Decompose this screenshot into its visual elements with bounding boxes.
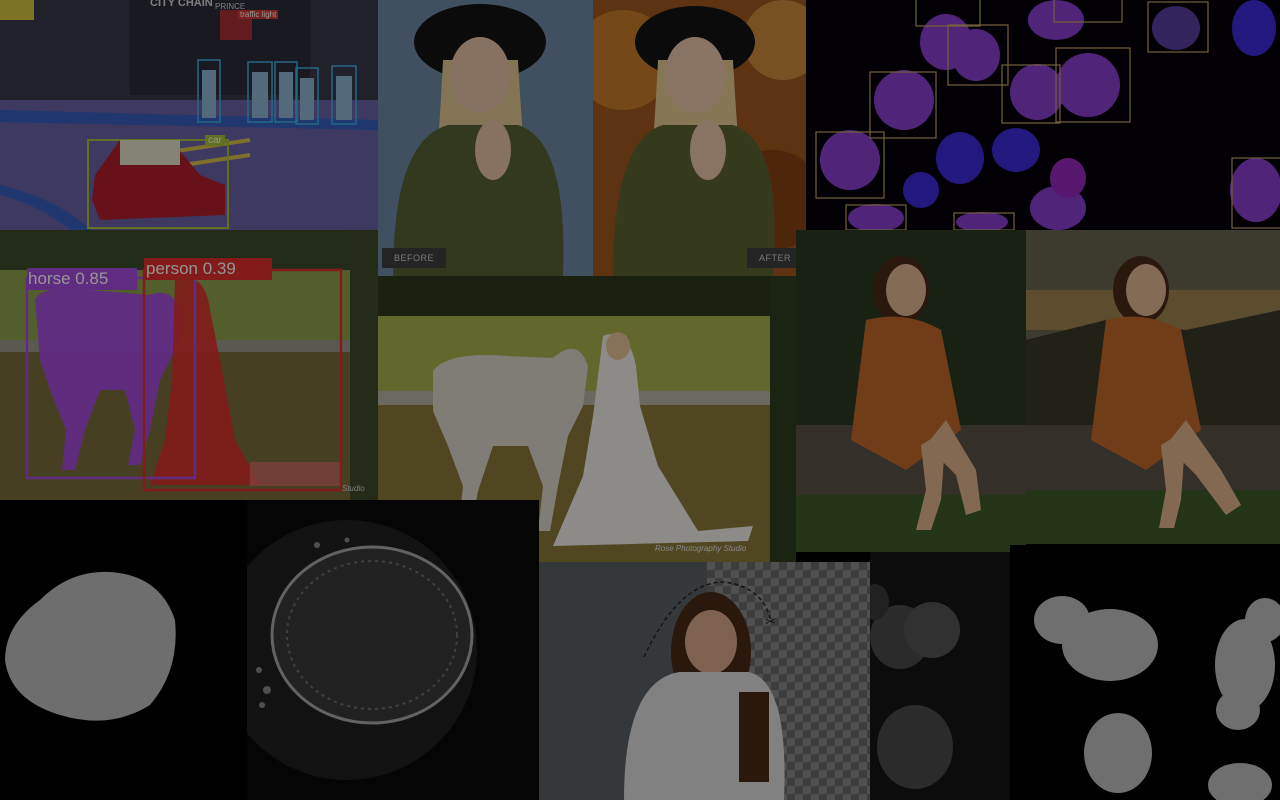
store-sign-2: PRINCE xyxy=(215,2,246,11)
nuclei-grayscale-tile[interactable] xyxy=(870,552,1010,800)
binary-mask-tile[interactable] xyxy=(0,500,247,800)
store-sign: CITY CHAIN xyxy=(150,0,213,9)
nuclei-fluorescence xyxy=(870,552,1010,800)
microscopy-spheroid-tile[interactable] xyxy=(247,500,539,800)
segmentation-tile[interactable]: horse 0.85 person 0.39 Studio xyxy=(0,230,378,500)
dress-sunset-tile[interactable] xyxy=(1026,230,1280,544)
before-photo-tile[interactable]: BEFORE xyxy=(378,0,593,276)
after-badge: AFTER xyxy=(747,248,804,268)
car-label: car xyxy=(205,135,225,146)
woman-orange-dress-sunset xyxy=(1026,230,1280,544)
person-confidence-label: person 0.39 xyxy=(146,259,236,278)
segmentation-watermark: Studio xyxy=(342,484,365,493)
background-removal-portrait xyxy=(539,562,870,800)
dress-original-tile[interactable] xyxy=(796,230,1026,552)
cell-detection-tile[interactable] xyxy=(806,0,1280,230)
scissors-icon: ✂ xyxy=(765,614,776,629)
nuclei-mask-tile[interactable] xyxy=(1010,545,1280,800)
portrait-hat-after xyxy=(593,0,806,276)
spheroid-micrograph xyxy=(247,500,539,800)
street-scene xyxy=(0,0,378,230)
horse-confidence-label: horse 0.85 xyxy=(28,269,109,288)
before-badge: BEFORE xyxy=(382,248,447,268)
wedding-watermark: Rose Photography Studio xyxy=(655,544,747,553)
after-photo-tile[interactable]: AFTER xyxy=(593,0,806,276)
street-detection-tile[interactable]: car traffic light CITY CHAIN PRINCE xyxy=(0,0,378,230)
traffic-light-label: traffic light xyxy=(238,10,279,19)
cell-nuclei-boxes xyxy=(806,0,1280,230)
portrait-hat-before xyxy=(378,0,593,276)
multi-blob-mask xyxy=(1010,545,1280,800)
woman-orange-dress-forest xyxy=(796,230,1026,552)
single-blob-mask xyxy=(0,500,247,800)
background-removal-tile[interactable]: ✂ xyxy=(539,562,870,800)
